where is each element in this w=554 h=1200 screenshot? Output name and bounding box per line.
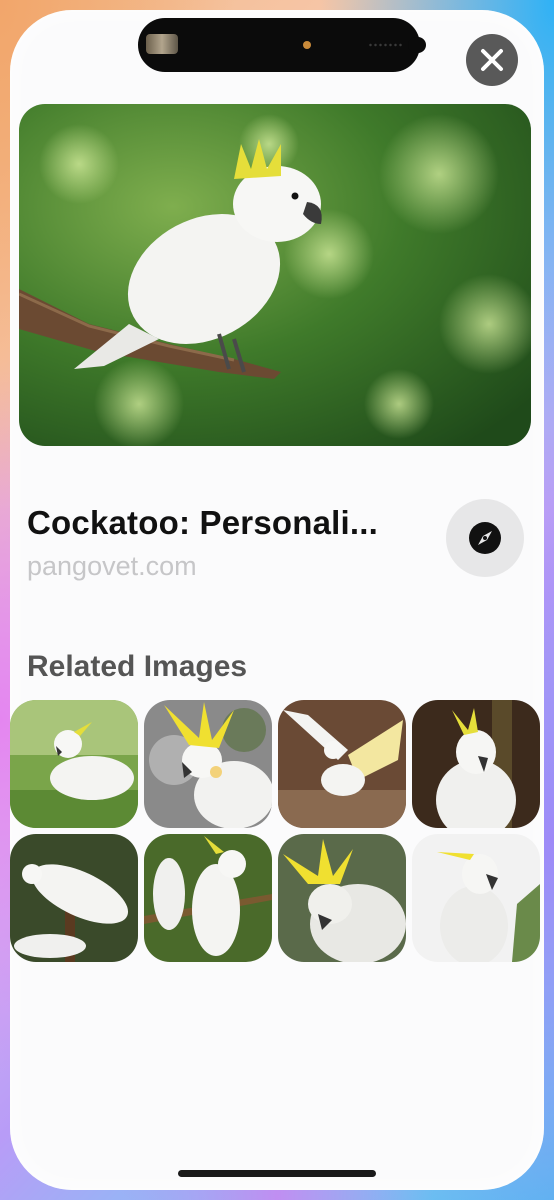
cockatoo-grass-thumbnail [10, 700, 138, 828]
cockatoo-crest-raised-thumbnail [144, 700, 272, 828]
visual-lookup-sheet: Cockatoo: Personali... pangovet.com Rela… [10, 10, 544, 1190]
open-in-safari-button[interactable] [446, 499, 524, 577]
privacy-indicator-dot [303, 41, 311, 49]
home-indicator[interactable] [178, 1170, 376, 1177]
related-image-1[interactable] [10, 700, 138, 828]
cockatoo-on-branch-photo [19, 104, 531, 446]
cockatoo-two-birds-thumbnail [144, 834, 272, 962]
related-image-3[interactable] [278, 700, 406, 828]
cockatoo-wings-spread-thumbnail [278, 700, 406, 828]
close-button[interactable] [466, 34, 518, 86]
close-icon [481, 49, 503, 71]
result-title[interactable]: Cockatoo: Personali... [27, 504, 427, 542]
dynamic-island [138, 18, 426, 72]
related-image-6[interactable] [144, 834, 272, 962]
compass-icon [469, 522, 501, 554]
island-tip [408, 37, 426, 53]
live-activity-thumbnail [146, 34, 178, 54]
related-image-7[interactable] [278, 834, 406, 962]
cockatoo-closeup-thumbnail [278, 834, 406, 962]
related-image-5[interactable] [10, 834, 138, 962]
related-image-2[interactable] [144, 700, 272, 828]
related-image-4[interactable] [412, 700, 540, 828]
cockatoo-pair-perch-thumbnail [10, 834, 138, 962]
island-sensor-grille [368, 42, 402, 48]
related-image-8[interactable] [412, 834, 540, 962]
cockatoo-front-thumbnail [412, 700, 540, 828]
cockatoo-white-background-thumbnail [412, 834, 540, 962]
related-images-heading: Related Images [27, 650, 248, 683]
hero-image[interactable] [19, 104, 531, 446]
result-domain[interactable]: pangovet.com [27, 551, 197, 582]
